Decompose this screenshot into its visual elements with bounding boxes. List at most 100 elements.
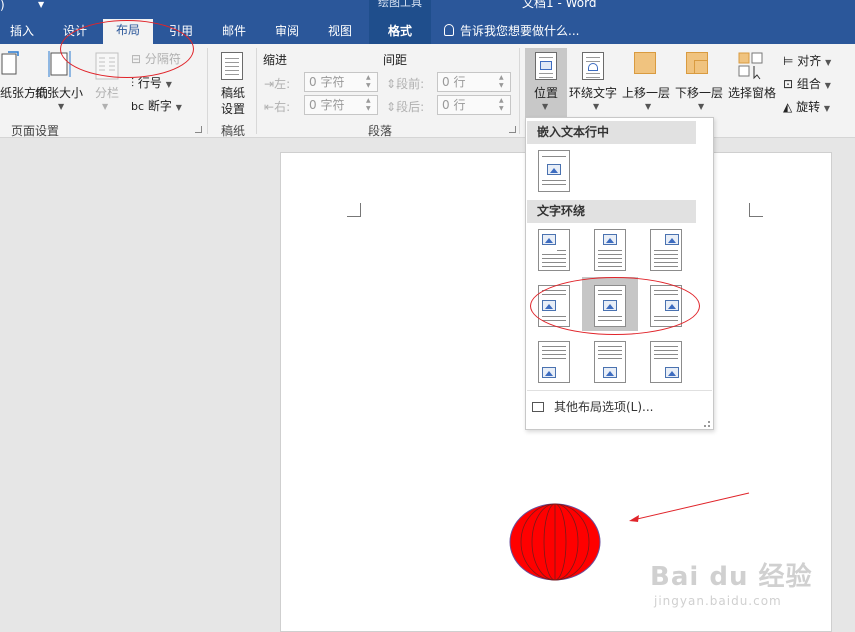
manuscript-group-label: 稿纸: [220, 124, 245, 138]
annotation-ellipse-layout-tab: [60, 20, 194, 78]
position-top-left-option[interactable]: [538, 229, 570, 271]
position-button[interactable]: 位置: [534, 84, 558, 101]
wrap-text-icon: [582, 52, 604, 80]
orientation-icon: [0, 50, 22, 80]
indent-right-input[interactable]: 0 字符 ▲ ▼: [304, 95, 378, 115]
paragraph-group-label: 段落: [367, 124, 392, 138]
manuscript-button-line1[interactable]: 稿纸: [221, 84, 245, 101]
quick-access-icon[interactable]: ): [0, 0, 5, 12]
hyphenation-label: 断字: [147, 99, 172, 113]
paragraph-launcher[interactable]: [509, 126, 516, 133]
indent-right-label: ⇤右:: [264, 100, 291, 114]
divider: [207, 48, 208, 134]
tell-me-text: 告诉我您想要做什么...: [460, 24, 580, 38]
selection-pane-icon: [738, 52, 766, 83]
manuscript-icon: [221, 52, 243, 80]
indent-left-icon: ⇥: [264, 77, 275, 91]
picture-icon: [603, 234, 617, 245]
send-backward-button[interactable]: 下移一层: [675, 84, 723, 101]
spacing-before-input[interactable]: 0 行 ▲ ▼: [437, 72, 511, 92]
send-backward-dropdown-icon[interactable]: ▼: [698, 102, 704, 111]
resize-grip-icon[interactable]: [704, 421, 710, 427]
baidu-watermark: Bai du 经验: [650, 562, 813, 592]
wrap-text-dropdown-icon[interactable]: ▼: [593, 102, 599, 111]
line-numbers-label: 行号: [137, 76, 162, 90]
rotate-icon: ◭: [783, 100, 793, 114]
hyphenation-icon: bc: [131, 100, 145, 113]
tab-mailings[interactable]: 邮件: [211, 22, 257, 44]
spin-arrows-icon[interactable]: ▲ ▼: [366, 97, 375, 113]
rotate-button[interactable]: ◭ 旋转 ▼: [783, 98, 830, 115]
indent-left-label: ⇥左:: [264, 77, 291, 91]
context-title: 绘图工具: [378, 0, 422, 9]
bring-forward-dropdown-icon[interactable]: ▼: [645, 102, 651, 111]
spacing-before-label: ⇕段前:: [386, 77, 425, 91]
lightbulb-icon: [444, 24, 454, 36]
layout-options-icon: [532, 402, 544, 412]
tab-view[interactable]: 视图: [317, 22, 363, 44]
group-icon: ⊡: [783, 77, 794, 91]
position-top-center-option[interactable]: [594, 229, 626, 271]
manuscript-button-line2[interactable]: 设置: [221, 100, 245, 117]
group-button[interactable]: ⊡ 组合 ▼: [783, 75, 831, 92]
position-bottom-left-option[interactable]: [538, 341, 570, 383]
position-icon: [535, 52, 557, 80]
more-layout-options-label: 其他布局选项(L)...: [554, 400, 654, 414]
document-title: 文档1 - Word: [522, 0, 597, 10]
position-bottom-center-option[interactable]: [594, 341, 626, 383]
indent-right-icon: ⇤: [264, 100, 275, 114]
send-backward-icon-back: [694, 60, 708, 74]
columns-button[interactable]: 分栏: [95, 84, 119, 101]
picture-icon: [603, 367, 617, 378]
baidu-watermark-url: jingyan.baidu.com: [654, 594, 782, 608]
picture-icon: [665, 234, 679, 245]
spin-arrows-icon[interactable]: ▲ ▼: [366, 74, 375, 90]
picture-icon: [542, 234, 556, 245]
align-label: 对齐: [797, 54, 822, 68]
spin-arrows-icon[interactable]: ▲ ▼: [499, 97, 508, 113]
tab-insert[interactable]: 插入: [0, 22, 44, 44]
page-setup-group-label: 页面设置: [10, 124, 59, 138]
tell-me-search[interactable]: 告诉我您想要做什么...: [444, 22, 579, 40]
line-numbers-icon: ⫶: [131, 76, 135, 90]
spacing-label: 间距: [383, 53, 408, 67]
position-top-right-option[interactable]: [650, 229, 682, 271]
menu-divider: [527, 390, 712, 391]
margin-marker-top-right: [749, 203, 763, 217]
paper-size-dropdown-icon[interactable]: ▼: [58, 102, 64, 111]
picture-icon: [547, 164, 561, 175]
align-button[interactable]: ⊨ 对齐 ▼: [783, 52, 831, 69]
position-bottom-right-option[interactable]: [650, 341, 682, 383]
align-icon: ⊨: [783, 54, 794, 68]
columns-dropdown-icon[interactable]: ▼: [102, 102, 108, 111]
position-inline-option[interactable]: [538, 150, 570, 192]
annotation-ellipse-wrap-row: [530, 277, 700, 335]
tab-review[interactable]: 审阅: [264, 22, 310, 44]
spacing-after-input[interactable]: 0 行 ▲ ▼: [437, 95, 511, 115]
position-dropdown-icon[interactable]: ▼: [542, 102, 548, 111]
tab-format[interactable]: 格式: [374, 22, 426, 44]
page-setup-launcher[interactable]: [195, 126, 202, 133]
hyphenation-button[interactable]: bc 断字 ▼: [131, 97, 182, 114]
wrap-text-button[interactable]: 环绕文字: [569, 84, 617, 101]
indent-left-input[interactable]: 0 字符 ▲ ▼: [304, 72, 378, 92]
spacing-after-label: ⇕段后:: [386, 100, 425, 114]
paper-size-button[interactable]: 纸张大小: [35, 84, 83, 101]
more-layout-options[interactable]: 其他布局选项(L)...: [532, 398, 654, 415]
bring-forward-icon: [634, 52, 656, 74]
selection-pane-button[interactable]: 选择窗格: [728, 84, 776, 101]
picture-icon: [665, 367, 679, 378]
quick-access-dropdown-icon[interactable]: ▼: [38, 0, 44, 9]
spin-arrows-icon[interactable]: ▲ ▼: [499, 74, 508, 90]
bring-forward-button[interactable]: 上移一层: [622, 84, 670, 101]
lantern-shape[interactable]: [508, 502, 604, 584]
wrap-header: 文字环绕: [527, 200, 696, 223]
spacing-before-icon: ⇕: [386, 77, 397, 91]
picture-icon: [542, 367, 556, 378]
group-label: 组合: [796, 77, 821, 91]
rotate-label: 旋转: [796, 100, 821, 114]
divider: [519, 48, 520, 134]
inline-header: 嵌入文本行中: [527, 121, 696, 144]
spacing-after-icon: ⇕: [386, 100, 397, 114]
annotation-arrow: [629, 492, 750, 522]
